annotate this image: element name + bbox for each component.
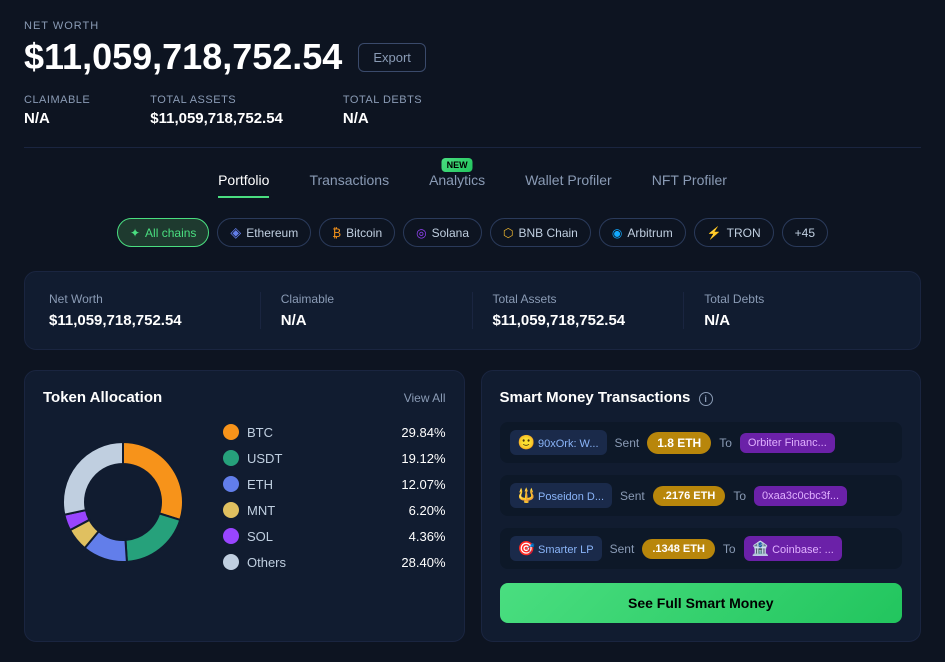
sm-action: Sent [615, 436, 640, 450]
token-list-item: USDT 19.12% [223, 450, 446, 466]
smart-money-transactions: 🙂 90xOrk: W... Sent 1.8 ETH To Orbiter F… [500, 422, 903, 569]
token-color-dot [223, 450, 239, 466]
token-name: BTC [247, 425, 393, 440]
stat-total-assets: Total Assets $11,059,718,752.54 [473, 292, 685, 329]
sm-amount: .2176 ETH [653, 486, 726, 506]
token-color-dot [223, 502, 239, 518]
see-full-smart-money-button[interactable]: See Full Smart Money [500, 583, 903, 623]
token-percentage: 19.12% [401, 451, 445, 466]
sm-to-label: To [723, 542, 736, 556]
tab-wallet-profiler[interactable]: Wallet Profiler [525, 172, 612, 198]
panel-header-smart-money: Smart Money Transactions i [500, 389, 903, 406]
summary-row: CLAIMABLE N/A TOTAL ASSETS $11,059,718,7… [24, 94, 921, 148]
tab-transactions[interactable]: Transactions [309, 172, 389, 198]
net-worth-value: $11,059,718,752.54 [24, 36, 342, 78]
smart-money-row: 🎯 Smarter LP Sent .1348 ETH To 🏦 Coinbas… [500, 528, 903, 569]
token-list-item: BTC 29.84% [223, 424, 446, 440]
total-assets-label: TOTAL ASSETS [150, 94, 283, 106]
token-allocation-content: BTC 29.84% USDT 19.12% ETH 12.07% MNT 6.… [43, 422, 446, 582]
total-debts-label: TOTAL DEBTS [343, 94, 422, 106]
bitcoin-icon: ₿ [332, 226, 341, 240]
sm-destination[interactable]: Orbiter Financ... [740, 433, 835, 453]
token-color-dot [223, 554, 239, 570]
sm-from-address[interactable]: 🔱 Poseidon D... [510, 483, 613, 508]
net-worth-label: NET WORTH [24, 20, 921, 32]
token-percentage: 28.40% [401, 555, 445, 570]
token-allocation-title: Token Allocation [43, 389, 162, 406]
sm-from-address[interactable]: 🙂 90xOrk: W... [510, 430, 607, 455]
token-name: SOL [247, 529, 401, 544]
sm-to-label: To [733, 489, 746, 503]
claimable-value: N/A [24, 110, 90, 127]
chain-solana[interactable]: ◎ Solana [403, 218, 482, 247]
chain-bitcoin[interactable]: ₿ Bitcoin [319, 218, 395, 247]
panel-header-token: Token Allocation View All [43, 389, 446, 406]
chain-ethereum[interactable]: ◈ Ethereum [217, 218, 311, 247]
tab-analytics[interactable]: NEW Analytics [429, 172, 485, 198]
smart-money-row: 🔱 Poseidon D... Sent .2176 ETH To 0xaa3c… [500, 475, 903, 516]
tab-portfolio[interactable]: Portfolio [218, 172, 269, 198]
sm-destination[interactable]: 0xaa3c0cbc3f... [754, 486, 847, 506]
token-color-dot [223, 424, 239, 440]
total-debts-value: N/A [343, 110, 422, 127]
token-percentage: 6.20% [409, 503, 446, 518]
token-percentage: 12.07% [401, 477, 445, 492]
chain-bnb[interactable]: ⬡ BNB Chain [490, 218, 591, 247]
sm-action: Sent [620, 489, 645, 503]
token-name: USDT [247, 451, 393, 466]
claimable-summary: CLAIMABLE N/A [24, 94, 90, 127]
token-color-dot [223, 528, 239, 544]
chain-all-chains[interactable]: ✦ All chains [117, 218, 209, 247]
all-chains-icon: ✦ [130, 226, 140, 240]
export-button[interactable]: Export [358, 43, 426, 72]
token-list-item: ETH 12.07% [223, 476, 446, 492]
solana-icon: ◎ [416, 226, 426, 240]
new-badge: NEW [442, 158, 473, 172]
token-allocation-panel: Token Allocation View All BTC 29.84% USD… [24, 370, 465, 642]
sm-from-address[interactable]: 🎯 Smarter LP [510, 536, 602, 561]
smart-money-row: 🙂 90xOrk: W... Sent 1.8 ETH To Orbiter F… [500, 422, 903, 463]
sm-destination[interactable]: 🏦 Coinbase: ... [744, 536, 842, 561]
token-percentage: 29.84% [401, 425, 445, 440]
token-list: BTC 29.84% USDT 19.12% ETH 12.07% MNT 6.… [223, 424, 446, 580]
token-list-item: Others 28.40% [223, 554, 446, 570]
bottom-panels: Token Allocation View All BTC 29.84% USD… [24, 370, 921, 642]
token-name: MNT [247, 503, 401, 518]
token-list-item: SOL 4.36% [223, 528, 446, 544]
chain-tron[interactable]: ⚡ TRON [694, 218, 774, 247]
sm-to-label: To [719, 436, 732, 450]
total-debts-summary: TOTAL DEBTS N/A [343, 94, 422, 127]
view-all-link[interactable]: View All [404, 391, 446, 405]
chain-filters: ✦ All chains ◈ Ethereum ₿ Bitcoin ◎ Sola… [24, 218, 921, 247]
main-container: NET WORTH $11,059,718,752.54 Export CLAI… [0, 0, 945, 662]
claimable-label: CLAIMABLE [24, 94, 90, 106]
sm-action: Sent [610, 542, 635, 556]
stat-total-debts: Total Debts N/A [684, 292, 896, 329]
token-list-item: MNT 6.20% [223, 502, 446, 518]
chain-more[interactable]: +45 [782, 218, 828, 247]
token-name: ETH [247, 477, 393, 492]
token-percentage: 4.36% [409, 529, 446, 544]
token-name: Others [247, 555, 393, 570]
total-assets-summary: TOTAL ASSETS $11,059,718,752.54 [150, 94, 283, 127]
bnb-icon: ⬡ [503, 226, 513, 240]
tron-icon: ⚡ [707, 226, 722, 240]
token-color-dot [223, 476, 239, 492]
stats-row: Net Worth $11,059,718,752.54 Claimable N… [24, 271, 921, 350]
smart-money-title: Smart Money Transactions i [500, 389, 713, 406]
info-icon: i [699, 392, 713, 406]
sm-amount: .1348 ETH [642, 539, 715, 559]
tabs-container: Portfolio Transactions NEW Analytics Wal… [24, 172, 921, 198]
tab-nft-profiler[interactable]: NFT Profiler [652, 172, 727, 198]
donut-chart [43, 422, 203, 582]
smart-money-panel: Smart Money Transactions i 🙂 90xOrk: W..… [481, 370, 922, 642]
stat-claimable: Claimable N/A [261, 292, 473, 329]
stat-net-worth: Net Worth $11,059,718,752.54 [49, 292, 261, 329]
total-assets-value: $11,059,718,752.54 [150, 110, 283, 127]
arbitrum-icon: ◉ [612, 226, 622, 240]
chain-arbitrum[interactable]: ◉ Arbitrum [599, 218, 686, 247]
ethereum-icon: ◈ [230, 224, 241, 241]
sm-amount: 1.8 ETH [647, 432, 711, 454]
